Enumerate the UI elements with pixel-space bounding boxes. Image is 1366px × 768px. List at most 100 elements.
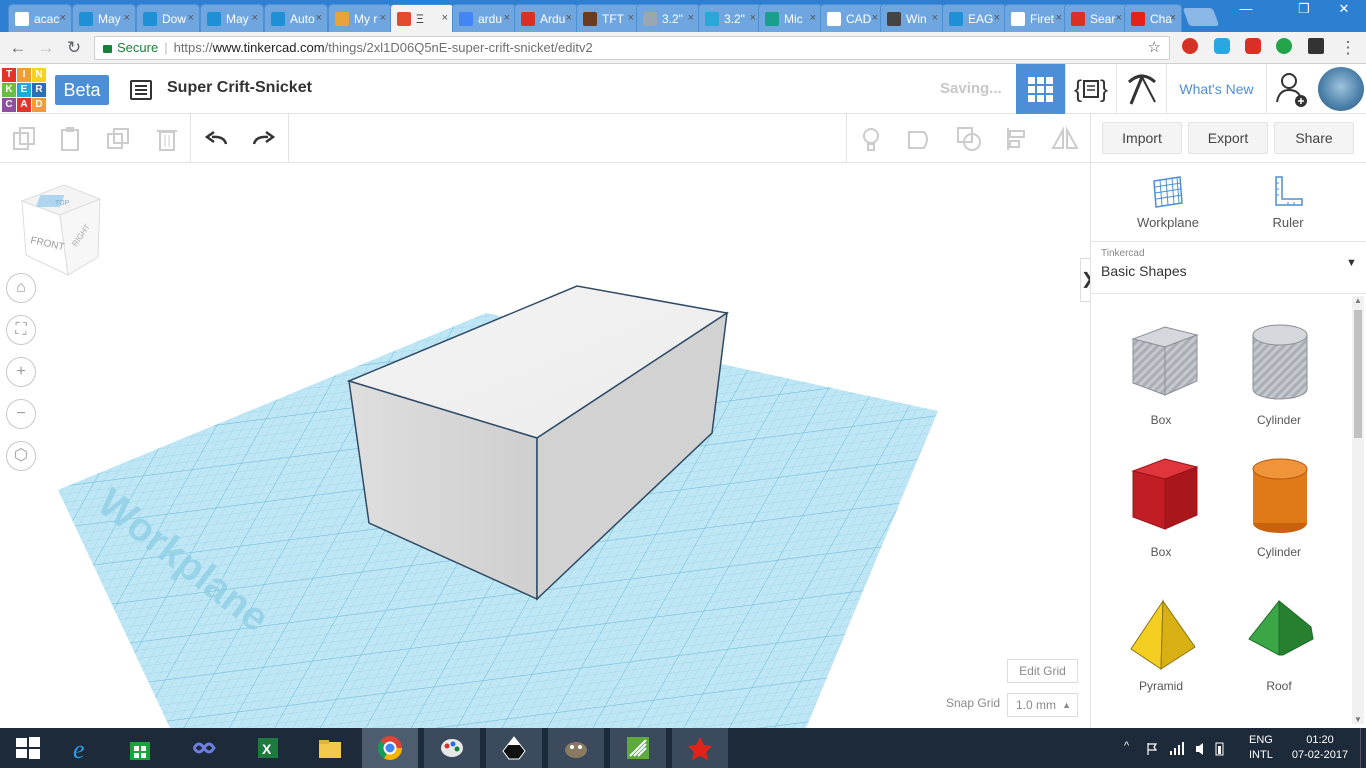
taskbar-gimp[interactable] <box>548 728 604 768</box>
tinkercad-logo[interactable]: TIN KER CAD <box>2 68 46 112</box>
back-icon[interactable]: ← <box>8 38 28 58</box>
zoom-in-icon[interactable]: + <box>6 357 36 387</box>
browser-tab[interactable]: Auto × <box>264 4 328 32</box>
collapse-panel-button[interactable]: ❯ <box>1080 258 1094 302</box>
redo-icon[interactable] <box>248 124 278 154</box>
forward-icon[interactable]: → <box>36 38 56 58</box>
user-avatar[interactable] <box>1318 67 1364 111</box>
tab-close-icon[interactable]: × <box>124 12 130 24</box>
restore-button[interactable]: ❐ <box>1290 0 1318 20</box>
start-button[interactable] <box>0 728 56 768</box>
mirror-icon[interactable] <box>1050 124 1080 154</box>
tab-close-icon[interactable]: × <box>750 12 756 24</box>
browser-tab[interactable]: CAD × <box>820 4 884 32</box>
shape-roof[interactable]: Roof <box>1229 587 1329 693</box>
taskbar-store[interactable] <box>112 728 168 768</box>
undo-icon[interactable] <box>202 124 232 154</box>
tab-close-icon[interactable]: × <box>442 12 448 24</box>
browser-tab[interactable]: TFT × <box>576 4 640 32</box>
taskbar-ie[interactable]: e <box>56 728 112 768</box>
browser-tab[interactable]: My r × <box>328 4 392 32</box>
tab-close-icon[interactable]: × <box>566 12 572 24</box>
show-desktop-button[interactable] <box>1360 728 1366 768</box>
reload-icon[interactable]: ↻ <box>64 38 84 58</box>
share-button[interactable]: Share <box>1274 122 1354 154</box>
scroll-down-icon[interactable]: ▼ <box>1352 715 1364 724</box>
shape-cylinder[interactable]: Cylinder <box>1229 453 1329 559</box>
edit-grid-button[interactable]: Edit Grid <box>1007 659 1078 683</box>
browser-tab[interactable]: acac × <box>8 4 72 32</box>
extension-icon[interactable] <box>1308 38 1324 54</box>
fit-view-icon[interactable]: ⛶ <box>6 315 36 345</box>
shield-extension-icon[interactable] <box>1245 38 1261 54</box>
shape-box[interactable]: Box <box>1111 453 1211 559</box>
tab-close-icon[interactable]: × <box>1170 12 1176 24</box>
ungroup-icon[interactable] <box>954 124 984 154</box>
design-title[interactable]: Super Crift-Snicket <box>167 79 312 97</box>
menu-icon[interactable]: ⋮ <box>1338 38 1358 58</box>
browser-tab[interactable]: Ξ × <box>390 4 454 32</box>
taskbar-paint[interactable] <box>424 728 480 768</box>
ruler-tool[interactable]: Ruler <box>1243 173 1333 230</box>
codeblocks-button[interactable]: { } <box>1065 64 1115 114</box>
view-cube[interactable]: TOP FRONT RIGHT <box>20 184 102 276</box>
taskbar-autodesk[interactable] <box>672 728 728 768</box>
tab-close-icon[interactable]: × <box>872 12 878 24</box>
export-button[interactable]: Export <box>1188 122 1268 154</box>
tab-close-icon[interactable]: × <box>932 12 938 24</box>
taskbar-infinity[interactable] <box>176 728 232 768</box>
new-tab-button[interactable] <box>1182 8 1220 26</box>
group-icon[interactable] <box>904 124 934 154</box>
add-user-button[interactable] <box>1266 64 1316 114</box>
tab-close-icon[interactable]: × <box>1116 12 1122 24</box>
tray-arrow-icon[interactable]: ^ <box>1124 740 1129 752</box>
duplicate-icon[interactable] <box>104 124 134 154</box>
browser-tab[interactable]: 3.2" × <box>636 4 700 32</box>
taskbar-explorer[interactable] <box>302 728 358 768</box>
browser-tab[interactable]: May × <box>72 4 136 32</box>
design-list-icon[interactable] <box>130 80 152 100</box>
browser-tab[interactable]: Dow × <box>136 4 200 32</box>
scroll-thumb[interactable] <box>1354 310 1362 438</box>
browser-tab[interactable]: 3.2" × <box>698 4 762 32</box>
workplane-scene[interactable]: Workplane TOP FRONT RIGHT <box>0 163 1089 728</box>
grammarly-extension-icon[interactable] <box>1276 38 1292 54</box>
zoom-out-icon[interactable]: − <box>6 399 36 429</box>
tray-icons[interactable] <box>1146 741 1226 757</box>
tab-close-icon[interactable]: × <box>60 12 66 24</box>
tab-close-icon[interactable]: × <box>188 12 194 24</box>
whats-new-link[interactable]: What's New <box>1166 64 1266 114</box>
tab-close-icon[interactable]: × <box>628 12 634 24</box>
minecraft-pickaxe-button[interactable] <box>1116 64 1166 114</box>
tab-close-icon[interactable]: × <box>994 12 1000 24</box>
tab-close-icon[interactable]: × <box>688 12 694 24</box>
tab-close-icon[interactable]: × <box>810 12 816 24</box>
browser-tab[interactable]: Sear × <box>1064 4 1128 32</box>
workplane-tool[interactable]: Workplane <box>1123 173 1213 230</box>
browser-tab[interactable]: Mic × <box>758 4 822 32</box>
panel-scrollbar[interactable]: ▲ ▼ <box>1352 296 1364 724</box>
3d-workspace[interactable]: Workplane TOP FRONT RIGHT ⌂ ⛶ + − ⬡ Edit… <box>0 163 1089 728</box>
shape-cylinder-hole[interactable]: Cylinder <box>1229 321 1329 427</box>
browser-tab[interactable]: May × <box>200 4 264 32</box>
chevron-down-icon[interactable]: ▼ <box>1346 257 1357 269</box>
perspective-icon[interactable]: ⬡ <box>6 441 36 471</box>
browser-tab[interactable]: Cha × <box>1124 4 1182 32</box>
browser-tab[interactable]: EAG × <box>942 4 1006 32</box>
shape-category-select[interactable]: Basic Shapes <box>1101 263 1187 279</box>
tab-close-icon[interactable]: × <box>380 12 386 24</box>
url-field[interactable]: Secure | https://www.tinkercad.com/things/… <box>94 36 1170 60</box>
tab-close-icon[interactable]: × <box>1056 12 1062 24</box>
taskbar-sketchup[interactable] <box>610 728 666 768</box>
browser-tab[interactable]: Firet × <box>1004 4 1068 32</box>
tab-close-icon[interactable]: × <box>252 12 258 24</box>
minimize-button[interactable]: — <box>1232 0 1260 20</box>
home-view-icon[interactable]: ⌂ <box>6 273 36 303</box>
browser-tab[interactable]: Ardu × <box>514 4 578 32</box>
lightbulb-icon[interactable] <box>856 124 886 154</box>
shape-box-hole[interactable]: Box <box>1111 321 1211 427</box>
tab-close-icon[interactable]: × <box>504 12 510 24</box>
cloud-extension-icon[interactable] <box>1214 38 1230 54</box>
bookmark-star-icon[interactable]: ☆ <box>1148 37 1161 59</box>
taskbar-chrome[interactable] <box>362 728 418 768</box>
